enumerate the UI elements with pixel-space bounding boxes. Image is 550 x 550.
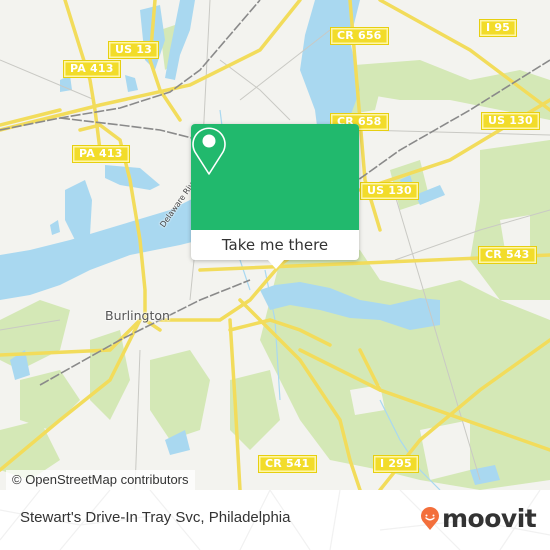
road-shield-cr656: CR 656	[330, 27, 389, 45]
map-pin-icon	[192, 127, 226, 175]
map-view[interactable]: US 13 PA 413 PA 413 CR 656 I 95 CR 658 U…	[0, 0, 550, 490]
place-name: Stewart's Drive-In Tray Svc, Philadelphi…	[20, 509, 291, 526]
road-shield-cr541: CR 541	[258, 455, 317, 473]
location-popup: Take me there	[191, 124, 359, 260]
road-shield-us13: US 13	[108, 41, 159, 59]
road-shield-pa413: PA 413	[72, 145, 130, 163]
moovit-wordmark: moovit	[442, 504, 537, 533]
popup-header	[191, 124, 359, 230]
road-shield-i95: I 95	[479, 19, 518, 37]
take-me-there-button[interactable]: Take me there	[191, 230, 359, 260]
popup-pointer	[267, 259, 285, 269]
road-shield-us130: US 130	[481, 112, 540, 130]
road-shield-pa413: PA 413	[63, 60, 121, 78]
place-label-burlington: Burlington	[105, 308, 170, 323]
moovit-smile-pin-icon	[421, 507, 439, 530]
footer-bar: Stewart's Drive-In Tray Svc, Philadelphi…	[0, 490, 550, 550]
road-shield-i295: I 295	[373, 455, 419, 473]
map-attribution[interactable]: © OpenStreetMap contributors	[6, 470, 195, 490]
road-shield-cr543: CR 543	[478, 246, 537, 264]
road-shield-us130: US 130	[360, 182, 419, 200]
